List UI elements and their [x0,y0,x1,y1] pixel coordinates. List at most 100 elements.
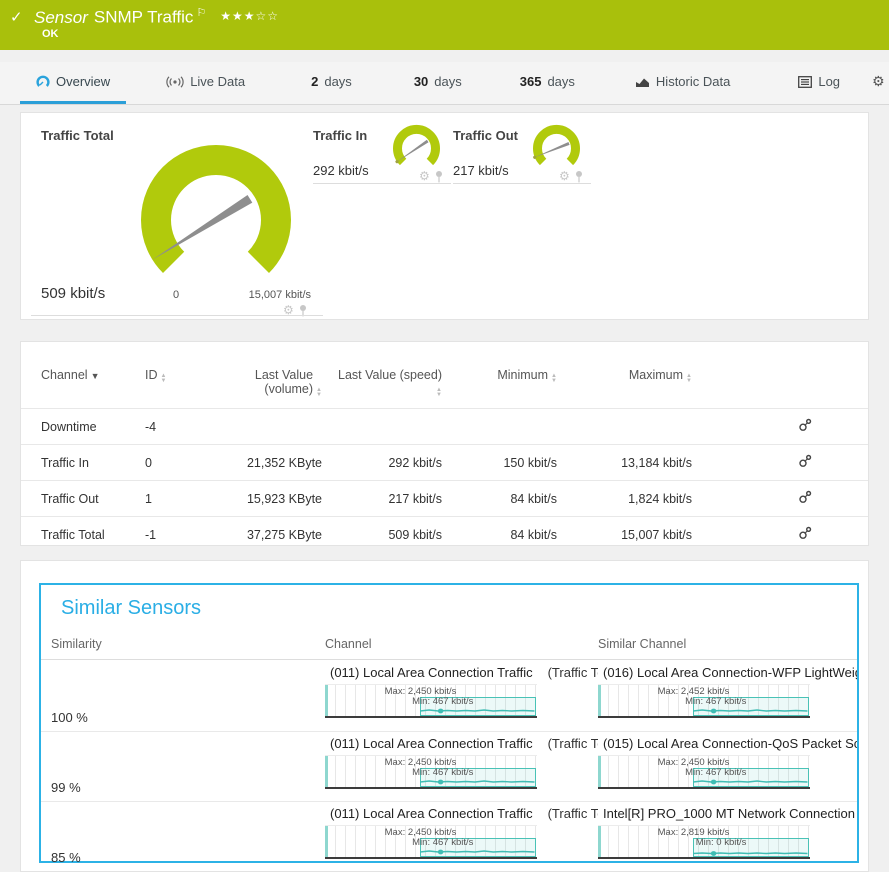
gauge-in-value: 292 kbit/s [313,163,369,178]
channel-mini-graph[interactable]: Max: 2,450 kbit/s Min: 467 kbit/s [325,755,537,789]
divider [31,315,323,316]
channel-volume [201,409,326,445]
channel-id: -4 [141,409,201,445]
gauge-out-label: Traffic Out [453,128,518,143]
traffic-total-gauge[interactable] [131,135,301,305]
similar-channel-link[interactable]: (016) Local Area Connection-WFP LightWei… [598,665,857,680]
sensor-overview-page: ✓ SensorSNMP Traffic⚐★★★☆☆ OK Overview L… [0,0,889,872]
sort-icon: ▲▼ [161,374,167,384]
tab-bar: Overview Live Data 2days 30days 365days … [0,62,889,105]
sort-icon: ▲▼ [551,374,557,384]
channel-link[interactable]: (011) Local Area Connection Traffic (Tra… [325,665,598,680]
channel-mini-graph[interactable]: Max: 2,450 kbit/s Min: 467 kbit/s [325,825,537,859]
gauge-scale-min: 0 [161,289,191,301]
gauge-out-actions: ⚙ [559,169,584,183]
table-row[interactable]: Traffic In 0 21,352 KByte 292 kbit/s 150… [21,445,868,481]
similar-sensors-header: Similarity Channel Similar Channel [41,637,857,660]
gauge-out-value: 217 kbit/s [453,163,509,178]
graph-min-label: Min: 467 kbit/s [325,837,473,848]
similar-sensor-row: 99 % (011) Local Area Connection Traffic… [41,731,857,801]
divider [313,183,451,184]
pin-icon[interactable] [434,170,444,183]
channel-name[interactable]: Traffic Total [21,517,141,553]
column-header-last-value-speed[interactable]: Last Value (speed)▲▼ [326,362,446,409]
similar-channel-mini-graph[interactable]: Max: 2,819 kbit/s Min: 0 kbit/s [598,825,810,859]
broadcast-icon [166,76,184,88]
gauge-icon [36,75,50,89]
gauge-total-value: 509 kbit/s [41,285,105,302]
graph-min-label: Min: 0 kbit/s [598,837,746,848]
tab-settings[interactable]: ⚙ Settings [856,62,889,104]
column-header-similarity: Similarity [51,637,325,651]
table-row[interactable]: Traffic Total -1 37,275 KByte 509 kbit/s… [21,517,868,553]
channel-cell: (011) Local Area Connection Traffic (Tra… [325,806,598,869]
channel-link[interactable]: (011) Local Area Connection Traffic (Tra… [325,806,598,821]
graph-min-label: Min: 467 kbit/s [325,767,473,778]
gauge-in-actions: ⚙ [419,169,444,183]
gear-icon[interactable]: ⚙ [419,169,430,183]
similar-sensors-rows: 100 % (011) Local Area Connection Traffi… [41,661,857,871]
gauge-in-label: Traffic In [313,128,367,143]
column-header-similar-channel: Similar Channel [598,637,857,651]
tab-30-days[interactable]: 30days [398,62,478,104]
column-header-last-value-volume[interactable]: Last Value (volume)▲▼ [201,362,326,409]
channel-settings-icon[interactable] [798,418,812,432]
channel-settings-icon[interactable] [798,454,812,468]
column-header-channel[interactable]: Channel▼ [21,362,141,409]
channel-name[interactable]: Traffic In [21,445,141,481]
channel-cell: (011) Local Area Connection Traffic (Tra… [325,736,598,799]
traffic-in-gauge[interactable] [389,121,444,176]
tab-2-days[interactable]: 2days [295,62,368,104]
column-header-minimum[interactable]: Minimum▲▼ [446,362,561,409]
tab-365-days[interactable]: 365days [504,62,591,104]
sensor-header: ✓ SensorSNMP Traffic⚐★★★☆☆ OK [0,0,889,50]
traffic-out-gauge[interactable] [529,121,584,176]
tab-live-data[interactable]: Live Data [150,62,261,104]
table-row[interactable]: Downtime -4 [21,409,868,445]
divider [453,183,591,184]
channels-table: Channel▼ ID▲▼ Last Value (volume)▲▼ Last… [21,362,868,552]
table-row[interactable]: Traffic Out 1 15,923 KByte 217 kbit/s 84… [21,481,868,517]
similar-channel-cell: Intel[R] PRO_1000 MT Network Connection … [598,806,857,869]
tab-log[interactable]: Log [782,62,856,104]
channel-speed: 217 kbit/s [326,481,446,517]
graph-min-label: Min: 467 kbit/s [598,767,746,778]
channel-mini-graph[interactable]: Max: 2,450 kbit/s Min: 467 kbit/s [325,684,537,718]
channel-speed: 509 kbit/s [326,517,446,553]
gear-icon: ⚙ [872,73,885,90]
channel-link[interactable]: (011) Local Area Connection Traffic (Tra… [325,736,598,751]
pin-icon[interactable] [574,170,584,183]
column-header-maximum[interactable]: Maximum▲▼ [561,362,696,409]
status-badge: OK [42,28,59,40]
column-header-id[interactable]: ID▲▼ [141,362,201,409]
sensor-type-label: Sensor [34,8,88,27]
flag-icon[interactable]: ⚐ [196,7,206,19]
similar-channel-link[interactable]: (015) Local Area Connection-QoS Packet S… [598,736,857,751]
channel-min [446,409,561,445]
column-header-channel: Channel [325,637,598,651]
similar-channel-cell: (016) Local Area Connection-WFP LightWei… [598,665,857,729]
similar-channel-mini-graph[interactable]: Max: 2,450 kbit/s Min: 467 kbit/s [598,755,810,789]
channel-max: 1,824 kbit/s [561,481,696,517]
channel-name[interactable]: Downtime [21,409,141,445]
similar-sensors-box: Similar Sensors Similarity Channel Simil… [39,583,859,863]
tab-historic-data[interactable]: Historic Data [619,62,746,104]
channel-settings-icon[interactable] [798,526,812,540]
channel-volume: 15,923 KByte [201,481,326,517]
channel-id: -1 [141,517,201,553]
gear-icon[interactable]: ⚙ [559,169,570,183]
sort-icon: ▲▼ [436,388,442,398]
tab-overview[interactable]: Overview [20,62,126,104]
channel-settings-icon[interactable] [798,490,812,504]
similar-channel-mini-graph[interactable]: Max: 2,452 kbit/s Min: 467 kbit/s [598,684,810,718]
column-header-actions [696,362,868,409]
priority-stars[interactable]: ★★★☆☆ [220,9,279,23]
similar-channel-link[interactable]: Intel[R] PRO_1000 MT Network Connection … [598,806,857,821]
sort-desc-icon: ▼ [91,371,100,381]
similarity-value: 85 % [51,850,81,865]
channel-name[interactable]: Traffic Out [21,481,141,517]
channels-panel: Channel▼ ID▲▼ Last Value (volume)▲▼ Last… [20,341,869,546]
similar-sensor-row: 100 % (011) Local Area Connection Traffi… [41,661,857,731]
channel-id: 0 [141,445,201,481]
channel-min: 84 kbit/s [446,517,561,553]
